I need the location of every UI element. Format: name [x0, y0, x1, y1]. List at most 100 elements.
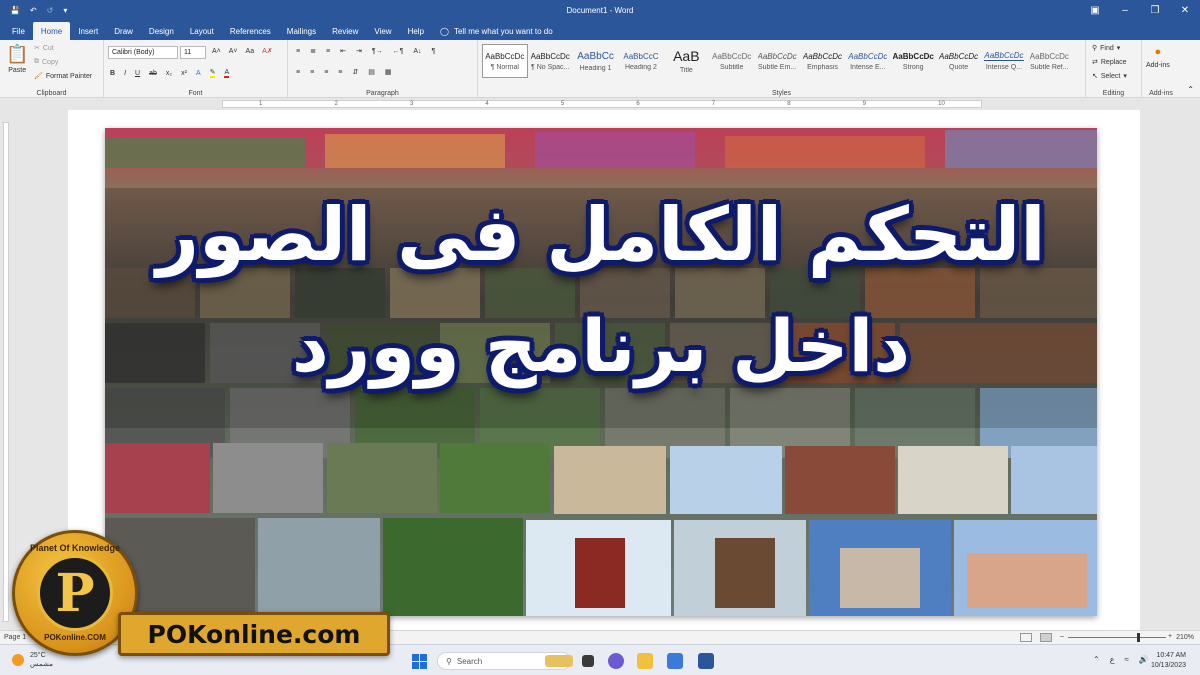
collapse-ribbon-icon[interactable]: ⌃	[1187, 85, 1194, 94]
word-app-icon[interactable]	[698, 653, 714, 669]
format-painter-button[interactable]: 🖌 Format Painter	[34, 72, 92, 81]
underline-button[interactable]: U	[135, 70, 140, 77]
style-subtle-emphasis[interactable]: AaBbCcDc Subtle Em...	[754, 44, 799, 78]
align-center-icon[interactable]: ≡	[310, 69, 314, 76]
text-effects-icon[interactable]: A	[196, 70, 201, 77]
style-heading-2[interactable]: AaBbCcC Heading 2	[618, 44, 663, 78]
tab-draw[interactable]: Draw	[106, 22, 141, 40]
style-emphasis[interactable]: AaBbCcDc Emphasis	[800, 44, 845, 78]
multilevel-list-icon[interactable]: ≡	[326, 48, 330, 55]
tab-design[interactable]: Design	[141, 22, 182, 40]
clear-format-icon[interactable]: A✗	[262, 47, 273, 55]
style-intense-quote[interactable]: AaBbCcDc Intense Q...	[981, 44, 1026, 78]
numbering-icon[interactable]: ≣	[310, 47, 316, 55]
file-explorer-icon[interactable]	[637, 653, 653, 669]
align-left-icon[interactable]: ≡	[296, 69, 300, 76]
show-hidden-icons[interactable]: ⌃	[1093, 655, 1100, 664]
rtl-icon[interactable]: ←¶	[393, 48, 404, 55]
show-marks-icon[interactable]: ¶	[432, 48, 436, 55]
print-layout-icon[interactable]	[1040, 633, 1052, 642]
addins-button[interactable]: ● Add-ins	[1146, 46, 1170, 69]
chat-icon[interactable]	[608, 653, 624, 669]
save-icon[interactable]: 💾	[10, 6, 20, 15]
vertical-ruler[interactable]	[0, 110, 12, 630]
zoom-level[interactable]: 210%	[1176, 634, 1194, 641]
font-size-select[interactable]: 11	[180, 46, 206, 59]
style-subtitle[interactable]: AaBbCcDc Subtitle	[709, 44, 754, 78]
tab-home[interactable]: Home	[32, 22, 71, 40]
line-spacing-icon[interactable]: ⇵	[352, 68, 358, 76]
highlight-icon[interactable]: ✎	[209, 68, 216, 78]
justify-icon[interactable]: ≡	[338, 69, 342, 76]
style-no-spacing[interactable]: AaBbCcDc ¶ No Spac...	[528, 44, 573, 78]
style-subtle-reference[interactable]: AaBbCcDc Subtle Ref...	[1027, 44, 1072, 78]
restore-icon[interactable]: ❐	[1140, 0, 1170, 20]
shading-icon[interactable]: ▤	[368, 68, 375, 76]
minimize-icon[interactable]: –	[1110, 0, 1140, 20]
horizontal-ruler[interactable]: 1 2 3 4 5 6 7 8 9 10	[0, 98, 1200, 110]
style-intense-emphasis[interactable]: AaBbCcDc Intense E...	[845, 44, 890, 78]
wifi-icon[interactable]: ≈	[1124, 655, 1128, 664]
select-button[interactable]: ↖ Select ▾	[1092, 72, 1127, 81]
redo-icon[interactable]: ↺	[47, 6, 54, 15]
tab-view[interactable]: View	[366, 22, 399, 40]
widgets-icon[interactable]	[545, 655, 573, 667]
tab-layout[interactable]: Layout	[182, 22, 222, 40]
style-quote[interactable]: AaBbCcDc Quote	[936, 44, 981, 78]
bold-button[interactable]: B	[110, 70, 115, 77]
sort-icon[interactable]: A↓	[413, 48, 421, 55]
zoom-slider[interactable]	[1068, 637, 1166, 638]
clock[interactable]: 10:47 AM 10/13/2023	[1151, 651, 1186, 671]
tab-help[interactable]: Help	[400, 22, 432, 40]
style-strong[interactable]: AaBbCcDc Strong	[891, 44, 936, 78]
paste-button[interactable]: 📋 Paste	[6, 44, 28, 74]
headline-line-2: داخل برنامج وورد	[291, 304, 911, 388]
tab-mailings[interactable]: Mailings	[279, 22, 324, 40]
increase-indent-icon[interactable]: ⇥	[356, 47, 362, 55]
volume-icon[interactable]: 🔊	[1139, 655, 1149, 664]
customize-icon[interactable]: ▾	[63, 6, 67, 15]
strikethrough-icon[interactable]: ab	[149, 70, 157, 77]
paste-label: Paste	[8, 67, 27, 74]
undo-icon[interactable]: ↶	[30, 6, 37, 15]
bullets-icon[interactable]: ≡	[296, 48, 300, 55]
style-heading-1[interactable]: AaBbCc Heading 1	[573, 44, 618, 78]
borders-icon[interactable]: ▦	[385, 68, 392, 76]
ltr-icon[interactable]: ¶→	[372, 48, 383, 55]
shrink-font-icon[interactable]: A˅	[229, 48, 238, 55]
tab-review[interactable]: Review	[324, 22, 366, 40]
copy-button[interactable]: ⧉ Copy	[34, 58, 58, 66]
font-family-select[interactable]: Calibri (Body)	[108, 46, 178, 59]
zoom-out-icon[interactable]: –	[1060, 633, 1064, 640]
tab-insert[interactable]: Insert	[70, 22, 106, 40]
decrease-indent-icon[interactable]: ⇤	[340, 47, 346, 55]
weather-widget[interactable]: 25°C مشمس	[12, 651, 53, 669]
align-right-icon[interactable]: ≡	[324, 69, 328, 76]
language-indicator[interactable]: ع	[1110, 655, 1115, 664]
tab-file[interactable]: File	[4, 22, 33, 40]
windows-start-icon[interactable]	[412, 654, 427, 669]
inserted-picture[interactable]: التحكم الكامل فى الصور داخل برنامج وورد	[105, 128, 1097, 616]
store-icon[interactable]	[667, 653, 683, 669]
italic-button[interactable]: I	[124, 70, 126, 77]
style-name: Heading 2	[624, 63, 657, 71]
ribbon-display-icon[interactable]: ▣	[1080, 0, 1110, 20]
style-normal[interactable]: AaBbCcDc ¶ Normal	[482, 44, 528, 78]
change-case-icon[interactable]: Aa	[246, 48, 255, 55]
cut-button[interactable]: ✂ Cut	[34, 44, 54, 53]
read-mode-icon[interactable]	[1020, 633, 1032, 642]
grow-font-icon[interactable]: A˄	[212, 48, 221, 55]
zoom-slider-handle[interactable]	[1137, 633, 1140, 642]
font-color-icon[interactable]: A	[224, 69, 230, 78]
superscript-icon[interactable]: x²	[181, 70, 187, 77]
find-button[interactable]: ⚲ Find ▾	[1092, 44, 1120, 53]
tab-references[interactable]: References	[222, 22, 279, 40]
system-tray: ⌃ ع ≈ 🔊	[1093, 655, 1149, 664]
replace-button[interactable]: ⇄ Replace	[1092, 58, 1127, 67]
zoom-in-icon[interactable]: +	[1168, 633, 1172, 640]
style-title[interactable]: AaB Title	[664, 44, 709, 78]
close-icon[interactable]: ✕	[1170, 0, 1200, 20]
task-view-icon[interactable]	[582, 655, 594, 667]
tell-me-box[interactable]: ◯ Tell me what you want to do	[432, 22, 561, 40]
subscript-icon[interactable]: x₂	[166, 70, 172, 77]
